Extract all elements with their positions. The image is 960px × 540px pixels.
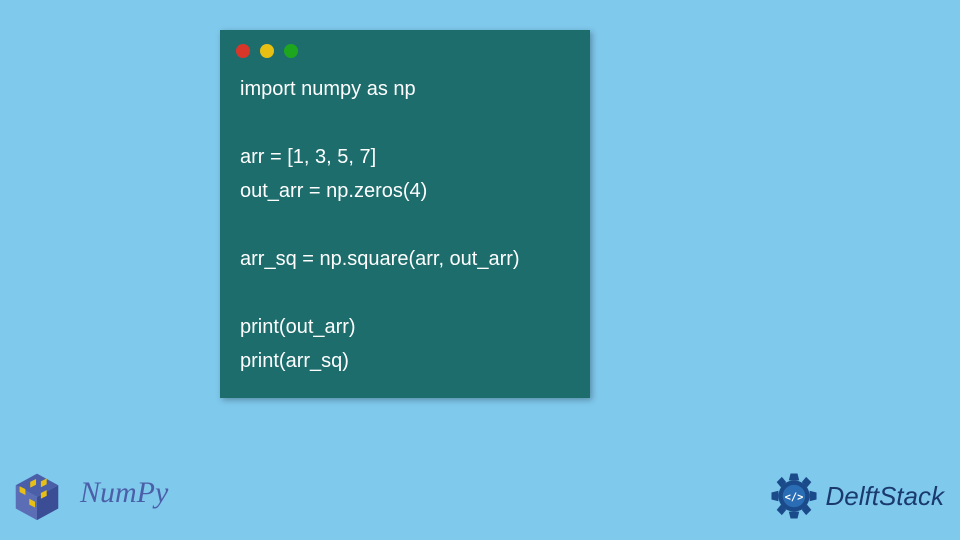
svg-text:</>: </> — [784, 491, 803, 503]
minimize-dot-icon — [260, 44, 274, 58]
delftstack-logo: </> DelftStack — [768, 470, 945, 522]
code-window: import numpy as np arr = [1, 3, 5, 7] ou… — [220, 30, 590, 398]
numpy-logo: NumPy — [8, 464, 168, 522]
code-line — [240, 208, 570, 242]
code-line: arr = [1, 3, 5, 7] — [240, 140, 570, 174]
numpy-cube-icon — [8, 464, 66, 522]
code-line — [240, 276, 570, 310]
code-line: out_arr = np.zeros(4) — [240, 174, 570, 208]
code-line: print(out_arr) — [240, 310, 570, 344]
code-line — [240, 106, 570, 140]
code-line: arr_sq = np.square(arr, out_arr) — [240, 242, 570, 276]
delftstack-gear-icon: </> — [768, 470, 820, 522]
code-content: import numpy as np arr = [1, 3, 5, 7] ou… — [220, 66, 590, 398]
numpy-label: NumPy — [80, 476, 168, 510]
maximize-dot-icon — [284, 44, 298, 58]
close-dot-icon — [236, 44, 250, 58]
code-line: print(arr_sq) — [240, 344, 570, 378]
delftstack-label: DelftStack — [826, 481, 945, 512]
window-controls — [220, 30, 590, 66]
code-line: import numpy as np — [240, 72, 570, 106]
